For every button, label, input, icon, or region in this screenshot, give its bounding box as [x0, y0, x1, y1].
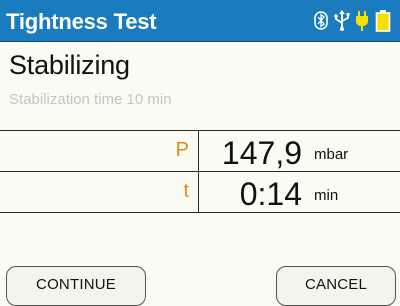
battery-icon [375, 10, 391, 32]
measurement-row-pressure: P 147,9 mbar [0, 130, 400, 171]
measurement-symbol: t [183, 180, 189, 202]
status-heading: Stabilizing [9, 50, 130, 80]
column-divider [198, 172, 199, 212]
window-title: Tightness Test [6, 9, 157, 34]
measurement-symbol: P [175, 139, 189, 161]
measurement-table: P 147,9 mbar t 0:14 min [0, 130, 400, 213]
status-icons [314, 10, 394, 32]
measurement-unit: min [314, 187, 339, 204]
measurement-value: 147,9 [221, 135, 302, 171]
status-subheading: Stabilization time 10 min [9, 91, 172, 108]
measurement-unit: mbar [314, 146, 349, 163]
title-bar: Tightness Test [0, 0, 400, 42]
measurement-value: 0:14 [239, 176, 302, 212]
usb-icon [334, 10, 350, 31]
column-divider [198, 131, 199, 171]
bluetooth-icon [314, 11, 328, 30]
measurement-row-time: t 0:14 min [0, 171, 400, 213]
continue-button[interactable]: CONTINUE [6, 266, 146, 306]
cancel-button[interactable]: CANCEL [276, 266, 396, 306]
power-plug-icon [356, 11, 368, 31]
